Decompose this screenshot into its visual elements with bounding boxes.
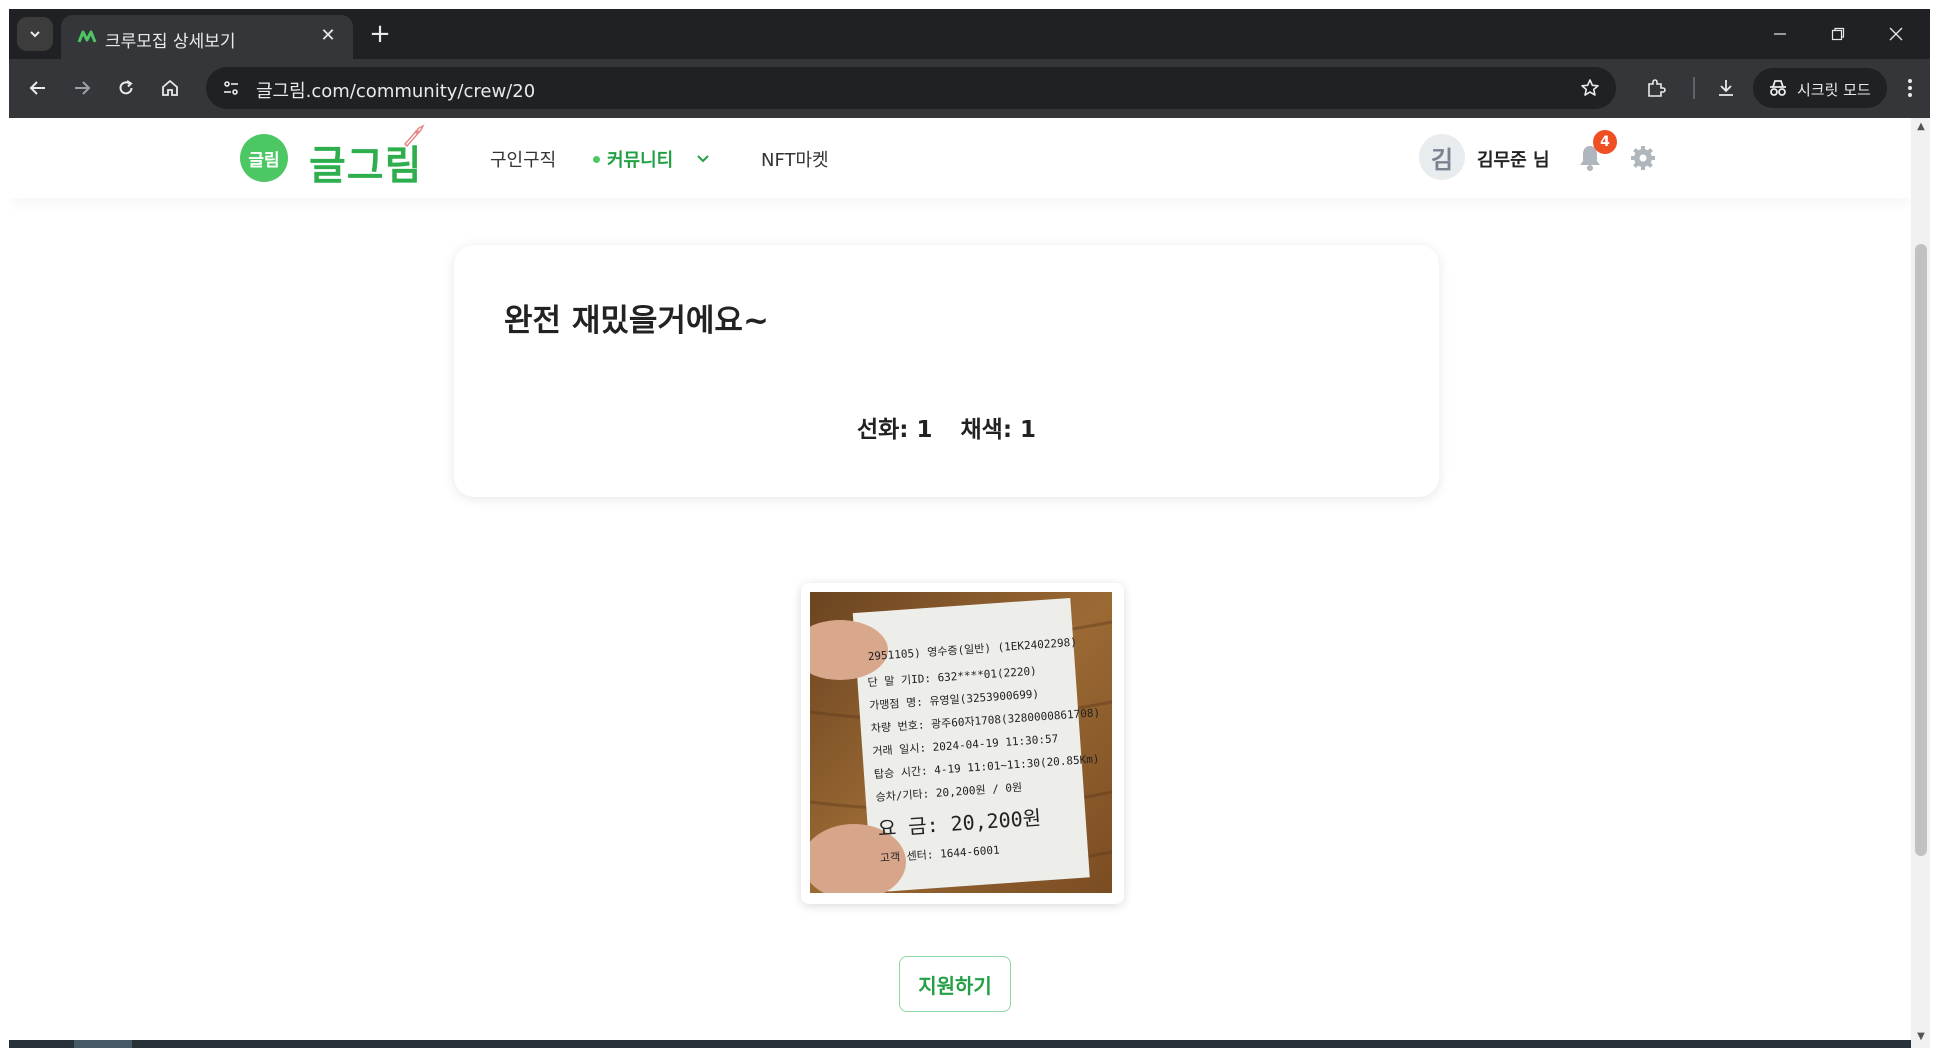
arrow-left-icon: [29, 81, 45, 95]
desktop-frame-right: [1930, 0, 1938, 1048]
address-bar[interactable]: 글그림.com/community/crew/20: [206, 67, 1616, 109]
nav-nft-market[interactable]: NFT마켓: [761, 146, 829, 172]
chevron-down-icon: [30, 31, 40, 38]
incognito-icon: [1770, 80, 1786, 96]
toolbar-divider: [1693, 77, 1695, 99]
post-image-card[interactable]: 2951105) 영수증(일반) (1EK2402298) 단 말 기ID: 6…: [801, 583, 1124, 904]
logo-badge[interactable]: 글림: [240, 134, 288, 182]
tab-close-icon[interactable]: ✕: [317, 25, 339, 47]
downloads-button[interactable]: [1709, 71, 1743, 105]
close-icon: [1889, 27, 1903, 41]
browser-menu-button[interactable]: [1893, 71, 1927, 105]
page-footer-tab: [74, 1040, 132, 1048]
minimize-icon: [1774, 33, 1786, 35]
rocket-icon: [403, 124, 425, 148]
receipt-image: 2951105) 영수증(일반) (1EK2402298) 단 말 기ID: 6…: [810, 592, 1112, 893]
desktop-frame-left: [0, 0, 9, 1048]
browser-tab-bar: 크루모집 상세보기 ✕ +: [9, 9, 1930, 59]
recruit-role-coloring: 채색: 1: [960, 417, 1037, 443]
tab-title: 크루모집 상세보기: [105, 32, 236, 52]
incognito-label: 시크릿 모드: [1797, 81, 1871, 99]
page-footer-strip: [9, 1040, 1911, 1048]
receipt-photo[interactable]: 2951105) 영수증(일반) (1EK2402298) 단 말 기ID: 6…: [810, 592, 1112, 893]
url-text[interactable]: 글그림.com/community/crew/20: [256, 77, 535, 103]
download-icon: [1719, 80, 1733, 96]
incognito-indicator[interactable]: 시크릿 모드: [1753, 68, 1887, 108]
notification-badge: 4: [1593, 130, 1617, 154]
browser-toolbar: 글그림.com/community/crew/20 시크릿 모드: [9, 59, 1930, 118]
page-viewport: 글림 글그림 구인구직 커뮤니티 NFT마켓 김 김무준 님 4 완전 재밌을거…: [9, 118, 1911, 1048]
nav-jobs[interactable]: 구인구직: [490, 146, 556, 172]
scrollbar-thumb[interactable]: [1915, 244, 1927, 856]
new-tab-button[interactable]: +: [365, 19, 395, 49]
browser-tab-active[interactable]: 크루모집 상세보기 ✕: [61, 15, 353, 59]
home-button[interactable]: [153, 71, 187, 105]
site-header: 글림 글그림 구인구직 커뮤니티 NFT마켓 김 김무준 님 4: [9, 118, 1911, 198]
post-title: 완전 재밌을거에요~: [504, 303, 769, 339]
chevron-down-icon[interactable]: [696, 154, 710, 164]
tab-search-button[interactable]: [17, 17, 53, 51]
tune-icon: [224, 81, 238, 95]
avatar[interactable]: 김: [1419, 134, 1465, 180]
restore-button[interactable]: [1815, 19, 1861, 49]
recruit-role-lineart: 선화: 1: [856, 417, 933, 443]
close-window-button[interactable]: [1873, 19, 1919, 49]
username[interactable]: 김무준 님: [1477, 146, 1550, 172]
reload-button[interactable]: [109, 71, 143, 105]
puzzle-icon: [1648, 79, 1666, 97]
reload-icon: [119, 80, 133, 95]
home-icon: [162, 79, 178, 96]
apply-button[interactable]: 지원하기: [899, 956, 1011, 1012]
bookmark-star-button[interactable]: [1578, 76, 1602, 100]
restore-icon: [1831, 27, 1845, 41]
minimize-button[interactable]: [1757, 19, 1803, 49]
desktop-frame-top: [0, 0, 1938, 9]
page-scrollbar[interactable]: ▲ ▼: [1911, 118, 1930, 1048]
star-icon: [1581, 79, 1599, 96]
scroll-up-icon[interactable]: ▲: [1916, 122, 1926, 132]
arrow-right-icon: [75, 81, 91, 95]
more-vertical-icon: [1908, 79, 1912, 97]
back-button[interactable]: [21, 71, 55, 105]
site-info-button[interactable]: [218, 75, 244, 101]
recruit-roles: 선화: 1 채색: 1: [454, 410, 1439, 444]
scroll-down-icon[interactable]: ▼: [1916, 1032, 1926, 1042]
nav-community[interactable]: 커뮤니티: [607, 146, 673, 172]
forward-button[interactable]: [65, 71, 99, 105]
gear-icon[interactable]: [1629, 144, 1657, 172]
post-card: 완전 재밌을거에요~ 선화: 1 채색: 1: [454, 245, 1439, 497]
extensions-button[interactable]: [1639, 71, 1673, 105]
nav-active-dot: [593, 156, 600, 163]
site-favicon-icon: [77, 30, 97, 43]
